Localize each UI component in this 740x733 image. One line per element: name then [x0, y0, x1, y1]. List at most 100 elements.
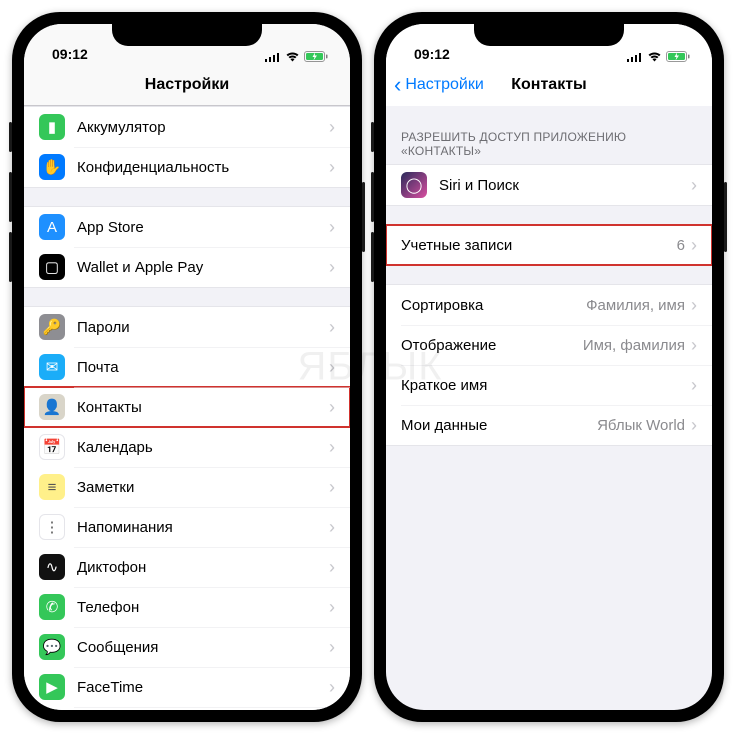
- battery-icon: ▮: [39, 114, 65, 140]
- chevron-right-icon: ›: [691, 296, 697, 314]
- chevron-right-icon: ›: [329, 598, 335, 616]
- contacts-icon: 👤: [39, 394, 65, 420]
- privacy-icon: ✋: [39, 154, 65, 180]
- chevron-right-icon: ›: [329, 218, 335, 236]
- section-header: РАЗРЕШИТЬ ДОСТУП ПРИЛОЖЕНИЮ «КОНТАКТЫ»: [386, 124, 712, 164]
- notes-icon: ≡: [39, 474, 65, 500]
- chevron-right-icon: ›: [329, 518, 335, 536]
- row-label: Пароли: [77, 319, 329, 336]
- row-label: Контакты: [77, 399, 329, 416]
- status-time: 09:12: [52, 46, 88, 62]
- chevron-right-icon: ›: [329, 558, 335, 576]
- row-sort[interactable]: СортировкаФамилия, имя ›: [386, 285, 712, 325]
- voicememos-icon: ∿: [39, 554, 65, 580]
- status-indicators: [627, 51, 690, 62]
- row-label: Wallet и Apple Pay: [77, 259, 329, 276]
- chevron-right-icon: ›: [329, 398, 335, 416]
- chevron-right-icon: ›: [329, 358, 335, 376]
- row-notes[interactable]: ≡ Заметки›: [24, 467, 350, 507]
- passwords-icon: 🔑: [39, 314, 65, 340]
- row-calendar[interactable]: 📅 Календарь›: [24, 427, 350, 467]
- page-title: Контакты: [511, 76, 586, 94]
- chevron-right-icon: ›: [329, 158, 335, 176]
- row-label: Заметки: [77, 479, 329, 496]
- row-phone[interactable]: ✆ Телефон›: [24, 587, 350, 627]
- status-indicators: [265, 51, 328, 62]
- row-value: 6: [677, 237, 685, 254]
- battery-charging-icon: [304, 51, 328, 62]
- messages-icon: 💬: [39, 634, 65, 660]
- row-label: Мои данные: [401, 417, 597, 434]
- calendar-icon: 📅: [39, 434, 65, 460]
- row-label: Учетные записи: [401, 237, 677, 254]
- nav-header: ‹ Настройки Контакты: [386, 64, 712, 106]
- chevron-right-icon: ›: [691, 376, 697, 394]
- row-battery[interactable]: ▮ Аккумулятор›: [24, 107, 350, 147]
- chevron-right-icon: ›: [691, 416, 697, 434]
- chevron-right-icon: ›: [329, 678, 335, 696]
- row-wallet[interactable]: ▢Wallet и Apple Pay›: [24, 247, 350, 287]
- phone-mockup-left: 09:12 Настройки ▮Аккумулятор›✋Конфиденци…: [12, 12, 362, 722]
- row-label: Siri и Поиск: [439, 177, 691, 194]
- status-bar: 09:12: [24, 24, 350, 64]
- chevron-right-icon: ›: [329, 318, 335, 336]
- chevron-right-icon: ›: [329, 478, 335, 496]
- chevron-right-icon: ›: [691, 176, 697, 194]
- phone-icon: ✆: [39, 594, 65, 620]
- row-passwords[interactable]: 🔑 Пароли›: [24, 307, 350, 347]
- nav-header: Настройки: [24, 64, 350, 106]
- row-myinfo[interactable]: Мои данныеЯблык World ›: [386, 405, 712, 445]
- chevron-right-icon: ›: [691, 236, 697, 254]
- row-contacts[interactable]: 👤 Контакты›: [24, 387, 350, 427]
- appstore-icon: A: [39, 214, 65, 240]
- chevron-right-icon: ›: [329, 438, 335, 456]
- row-label: Аккумулятор: [77, 119, 329, 136]
- cellular-signal-icon: [627, 52, 643, 62]
- row-privacy[interactable]: ✋ Конфиденциальность›: [24, 147, 350, 187]
- row-label: Почта: [77, 359, 329, 376]
- row-label: Диктофон: [77, 559, 329, 576]
- mail-icon: ✉: [39, 354, 65, 380]
- row-mail[interactable]: ✉ Почта›: [24, 347, 350, 387]
- row-label: Напоминания: [77, 519, 329, 536]
- row-value: Фамилия, имя: [586, 297, 685, 314]
- siri-icon: ◯: [401, 172, 427, 198]
- row-label: App Store: [77, 219, 329, 236]
- chevron-right-icon: ›: [691, 336, 697, 354]
- row-messages[interactable]: 💬 Сообщения›: [24, 627, 350, 667]
- wifi-icon: [285, 51, 300, 62]
- chevron-right-icon: ›: [329, 638, 335, 656]
- row-appstore[interactable]: A App Store›: [24, 207, 350, 247]
- row-label: Сообщения: [77, 639, 329, 656]
- row-display[interactable]: ОтображениеИмя, фамилия›: [386, 325, 712, 365]
- back-label: Настройки: [405, 76, 483, 94]
- row-safari[interactable]: ❊Safari›: [24, 707, 350, 710]
- row-shortname[interactable]: Краткое имя›: [386, 365, 712, 405]
- row-label: Сортировка: [401, 297, 586, 314]
- phone-mockup-right: 09:12 ‹ Настройки Контакты РАЗРЕШИТЬ ДОС…: [374, 12, 724, 722]
- row-siri[interactable]: ◯ Siri и Поиск›: [386, 165, 712, 205]
- row-label: Краткое имя: [401, 377, 691, 394]
- chevron-right-icon: ›: [329, 118, 335, 136]
- row-label: Конфиденциальность: [77, 159, 329, 176]
- chevron-left-icon: ‹: [394, 74, 401, 96]
- row-accounts[interactable]: Учетные записи6 ›: [386, 225, 712, 265]
- facetime-icon: ▶: [39, 674, 65, 700]
- status-bar: 09:12: [386, 24, 712, 64]
- row-reminders[interactable]: ⋮ Напоминания›: [24, 507, 350, 547]
- wifi-icon: [647, 51, 662, 62]
- contacts-settings-list[interactable]: РАЗРЕШИТЬ ДОСТУП ПРИЛОЖЕНИЮ «КОНТАКТЫ» ◯ S…: [386, 106, 712, 710]
- cellular-signal-icon: [265, 52, 281, 62]
- settings-list[interactable]: ▮Аккумулятор›✋Конфиденциальность›AApp St…: [24, 106, 350, 710]
- row-value: Яблык World: [597, 417, 685, 434]
- row-label: FaceTime: [77, 679, 329, 696]
- row-label: Телефон: [77, 599, 329, 616]
- row-voicememos[interactable]: ∿ Диктофон›: [24, 547, 350, 587]
- back-button[interactable]: ‹ Настройки: [394, 74, 484, 96]
- wallet-icon: ▢: [39, 254, 65, 280]
- status-time: 09:12: [414, 46, 450, 62]
- row-facetime[interactable]: ▶ FaceTime›: [24, 667, 350, 707]
- battery-charging-icon: [666, 51, 690, 62]
- reminders-icon: ⋮: [39, 514, 65, 540]
- row-label: Календарь: [77, 439, 329, 456]
